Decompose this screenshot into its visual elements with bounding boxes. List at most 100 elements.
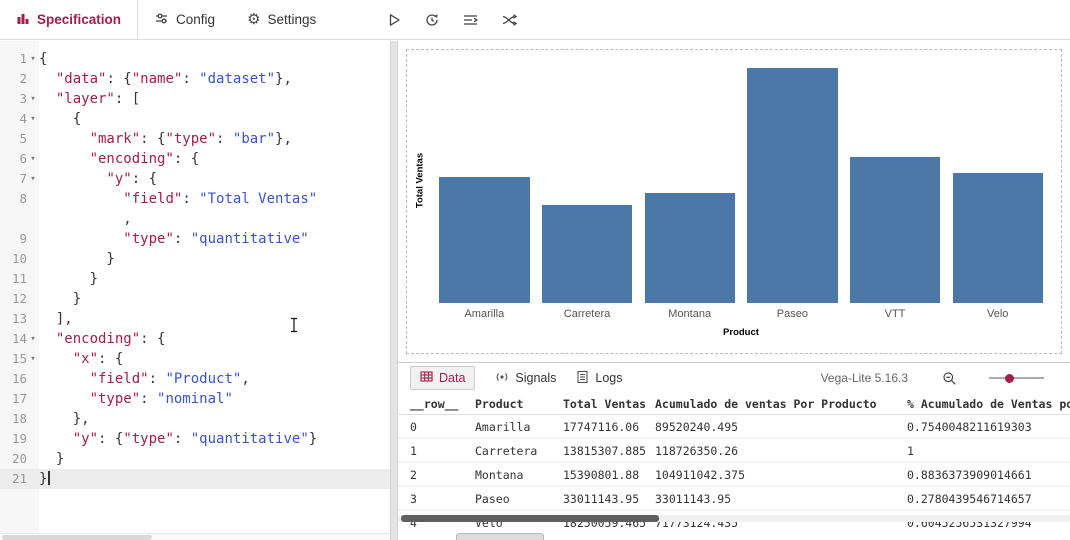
x-axis-labels: AmarillaCarreteraMontanaPaseoVTTVelo <box>433 308 1049 320</box>
top-toolbar: Specification Config ⚙ Settings <box>0 0 1070 40</box>
line-number: 10 <box>0 249 27 269</box>
code-line[interactable]: , <box>0 209 390 229</box>
fold-gutter <box>27 429 39 449</box>
tab-settings-label: Settings <box>268 12 317 27</box>
code-line[interactable]: 15▾ "x": { <box>0 349 390 369</box>
fold-arrow-icon[interactable]: ▾ <box>27 89 39 109</box>
bar-vtt <box>850 157 940 303</box>
code-line[interactable]: 13 ], <box>0 309 390 329</box>
code-line[interactable]: 2 "data": {"name": "dataset"}, <box>0 69 390 89</box>
table-row: 1Carretera13815307.885118726350.261 <box>398 439 1070 463</box>
fold-gutter <box>27 269 39 289</box>
line-number: 9 <box>0 229 27 249</box>
table-cell: 0.2780439546714657 <box>907 487 1070 510</box>
fold-arrow-icon[interactable]: ▾ <box>27 149 39 169</box>
table-cell: 89520240.495 <box>655 415 907 438</box>
gear-icon: ⚙ <box>247 12 260 27</box>
bar-group <box>433 68 1049 303</box>
code-text: "y": { <box>39 169 157 189</box>
bar-slot <box>638 68 741 303</box>
table-row: 2Montana15390801.88104911042.3750.883637… <box>398 463 1070 487</box>
pane-splitter[interactable] <box>390 41 398 540</box>
line-number: 17 <box>0 389 27 409</box>
editor-scrollbar-thumb[interactable] <box>2 535 152 540</box>
fold-arrow-icon[interactable]: ▾ <box>27 349 39 369</box>
code-line[interactable]: 12 } <box>0 289 390 309</box>
signal-icon <box>495 370 509 387</box>
tab-signals[interactable]: Signals <box>495 370 556 387</box>
zoom-slider[interactable] <box>989 377 1044 379</box>
fold-gutter <box>27 309 39 329</box>
tab-config-label: Config <box>176 12 215 27</box>
table-header-row: __row__ProductTotal VentasAcumulado de v… <box>398 393 1070 415</box>
code-line[interactable]: 3▾ "layer": [ <box>0 89 390 109</box>
zoom-slider-thumb[interactable] <box>1005 374 1014 383</box>
command-log-icon[interactable] <box>462 12 479 28</box>
code-text: } <box>39 249 115 269</box>
table-cell: 118726350.26 <box>655 439 907 462</box>
tab-data[interactable]: Data <box>410 366 475 390</box>
code-line[interactable]: 21} <box>0 469 390 489</box>
table-cell: 13815307.885 <box>563 439 655 462</box>
table-icon <box>420 370 433 386</box>
table-cell: 0.7540048211619303 <box>907 415 1070 438</box>
code-line[interactable]: 8 "field": "Total Ventas" <box>0 189 390 209</box>
tune-icon <box>154 11 169 29</box>
code-text: "encoding": { <box>39 329 165 349</box>
tab-specification[interactable]: Specification <box>0 0 138 39</box>
table-footer <box>398 532 1070 540</box>
tab-signals-label: Signals <box>515 371 556 385</box>
x-axis-title: Product <box>433 327 1049 338</box>
code-line[interactable]: 4▾ { <box>0 109 390 129</box>
fold-arrow-icon[interactable]: ▾ <box>27 49 39 69</box>
code-line[interactable]: 17 "type": "nominal" <box>0 389 390 409</box>
bar-carretera <box>542 205 632 303</box>
code-text: , <box>39 209 132 229</box>
table-cell: 104911042.375 <box>655 463 907 486</box>
bar-slot <box>844 68 947 303</box>
code-text: "layer": [ <box>39 89 140 109</box>
code-line[interactable]: 20 } <box>0 449 390 469</box>
table-cell: 0 <box>410 415 475 438</box>
code-line[interactable]: 6▾ "encoding": { <box>0 149 390 169</box>
line-number: 14 <box>0 329 27 349</box>
line-number: 12 <box>0 289 27 309</box>
code-line[interactable]: 11 } <box>0 269 390 289</box>
code-line[interactable]: 14▾ "encoding": { <box>0 329 390 349</box>
code-line[interactable]: 18 }, <box>0 409 390 429</box>
table-horizontal-scrollbar[interactable] <box>398 515 1070 522</box>
code-line[interactable]: 10 } <box>0 249 390 269</box>
x-axis-label: Amarilla <box>433 308 536 320</box>
fold-arrow-icon[interactable]: ▾ <box>27 169 39 189</box>
fold-arrow-icon[interactable]: ▾ <box>27 329 39 349</box>
code-line[interactable]: 16 "field": "Product", <box>0 369 390 389</box>
shuffle-icon[interactable] <box>501 12 518 28</box>
code-line[interactable]: 7▾ "y": { <box>0 169 390 189</box>
tab-config[interactable]: Config <box>138 0 231 39</box>
tab-logs[interactable]: Logs <box>576 370 622 387</box>
table-cell: 0.8836373909014661 <box>907 463 1070 486</box>
pagination-control[interactable] <box>456 533 544 540</box>
code-line[interactable]: 1▾{ <box>0 49 390 69</box>
table-cell: Carretera <box>475 439 563 462</box>
bar-slot <box>536 68 639 303</box>
tab-settings[interactable]: ⚙ Settings <box>231 0 332 39</box>
code-text: { <box>39 49 47 69</box>
editor-caret <box>48 471 50 485</box>
spec-editor[interactable]: 1▾{2 "data": {"name": "dataset"},3▾ "lay… <box>0 41 390 540</box>
code-text: { <box>39 109 81 129</box>
table-cell: Amarilla <box>475 415 563 438</box>
play-icon[interactable] <box>386 12 402 28</box>
code-line[interactable]: 19 "y": {"type": "quantitative"} <box>0 429 390 449</box>
code-text: } <box>39 269 98 289</box>
table-scrollbar-thumb[interactable] <box>401 515 659 522</box>
zoom-out-icon[interactable] <box>942 371 957 386</box>
history-icon[interactable] <box>424 12 440 28</box>
code-text: "type": "quantitative" <box>39 229 309 249</box>
editor-horizontal-scrollbar[interactable] <box>0 533 390 540</box>
line-number: 8 <box>0 189 27 209</box>
fold-arrow-icon[interactable]: ▾ <box>27 109 39 129</box>
code-line[interactable]: 9 "type": "quantitative" <box>0 229 390 249</box>
code-line[interactable]: 5 "mark": {"type": "bar"}, <box>0 129 390 149</box>
bar-montana <box>645 193 735 303</box>
